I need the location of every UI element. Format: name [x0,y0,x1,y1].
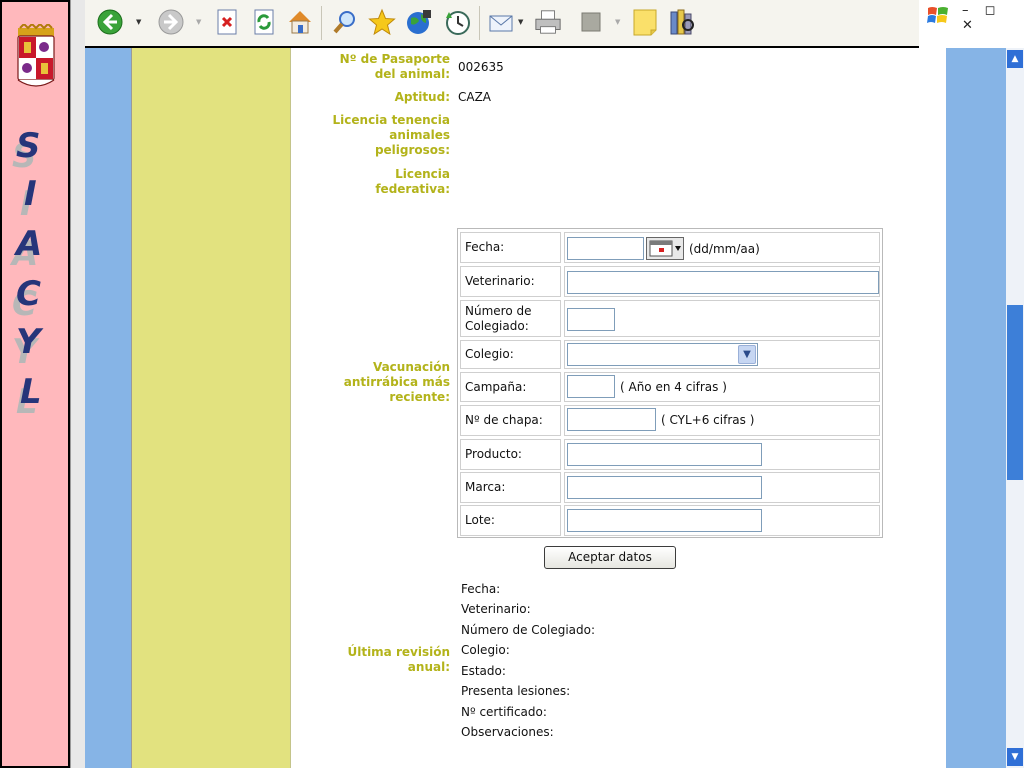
edit-icon[interactable] [577,8,605,36]
page-right-margin [946,48,1006,768]
scroll-up-arrow-icon[interactable]: ▲ [1007,50,1023,68]
scroll-down-arrow-icon[interactable]: ▼ [1007,748,1023,766]
research-icon[interactable] [668,8,696,36]
revision-field-colegio: Colegio: [461,643,510,657]
favorites-icon[interactable] [368,8,396,36]
revision-field-observaciones: Observaciones: [461,725,554,739]
campana-input[interactable] [567,375,615,398]
toolbar-separator [479,6,480,40]
page-yellow-column [131,48,291,768]
siacyl-letter-a: A [16,224,43,264]
back-icon[interactable] [96,8,124,36]
edit-dropdown-icon[interactable]: ▼ [615,18,623,26]
colegio-label: Colegio: [460,340,561,369]
fecha-label: Fecha: [460,232,561,263]
window-gap [70,0,85,768]
producto-input[interactable] [567,443,762,466]
numero-colegiado-label: Número de Colegiado: [460,300,561,337]
campana-label: Campaña: [460,372,561,402]
revision-field-certificado: Nº certificado: [461,705,547,719]
fecha-format-hint: (dd/mm/aa) [689,242,760,256]
chapa-cell: ( CYL+6 cifras ) [564,405,880,436]
revision-field-veterinario: Veterinario: [461,602,531,616]
licencia-federativa-label: Licencia federativa: [375,167,450,196]
passport-value: 002635 [458,60,504,74]
toolbar-separator [321,6,322,40]
forward-icon[interactable] [157,8,185,36]
search-icon[interactable] [331,8,359,36]
home-icon[interactable] [286,8,314,36]
discuss-icon[interactable] [631,8,659,36]
lote-cell [564,505,880,536]
producto-cell [564,439,880,470]
history-icon[interactable] [443,8,471,36]
revision-field-numero-colegiado: Número de Colegiado: [461,623,596,637]
chapa-hint: ( CYL+6 cifras ) [661,413,755,427]
aptitud-value: CAZA [458,90,492,104]
mail-dropdown-icon[interactable]: ▼ [518,18,526,26]
vacunacion-form: Fecha: (dd/mm/aa) Veterinario: Número de… [457,228,883,538]
passport-label: Nº de Pasaporte del animal: [339,52,450,81]
chapa-label: Nº de chapa: [460,405,561,436]
aptitud-label: Aptitud: [394,90,450,104]
numero-colegiado-input[interactable] [567,308,615,331]
calendar-icon [649,240,681,257]
fecha-input[interactable] [567,237,644,260]
fecha-cell: (dd/mm/aa) [564,232,880,263]
siacyl-letter-s: S [16,126,41,166]
veterinario-label: Veterinario: [460,266,561,297]
campana-hint: ( Año en 4 cifras ) [620,380,727,394]
chevron-down-icon[interactable]: ▼ [738,345,756,364]
revision-field-fecha: Fecha: [461,582,501,596]
revision-field-lesiones: Presenta lesiones: [461,684,571,698]
calendar-button[interactable] [646,237,684,260]
media-icon[interactable] [405,8,433,36]
siacyl-letter-i: I [24,174,37,214]
coat-of-arms-logo [17,24,55,87]
producto-label: Producto: [460,439,561,470]
revision-section-label: Última revisión anual: [347,645,450,674]
licencia-peligrosos-label: Licencia tenencia animales peligrosos: [332,113,450,157]
campana-cell: ( Año en 4 cifras ) [564,372,880,402]
lote-input[interactable] [567,509,762,532]
siacyl-letter-c: C [16,274,41,314]
marca-label: Marca: [460,472,561,503]
veterinario-cell [564,266,880,297]
mail-icon[interactable] [488,8,516,36]
page-left-margin [85,48,131,768]
colegio-cell: ▼ [564,340,880,369]
veterinario-input[interactable] [567,271,879,294]
marca-cell [564,472,880,503]
window-controls[interactable]: – ◻ ✕ [962,3,1024,33]
back-dropdown-icon[interactable]: ▼ [136,18,144,26]
stop-icon[interactable] [213,8,241,36]
marca-input[interactable] [567,476,762,499]
refresh-icon[interactable] [250,8,278,36]
siacyl-sidebar: S I A C Y L [0,0,70,768]
aceptar-datos-button[interactable]: Aceptar datos [544,546,676,569]
browser-toolbar: ▼ ▼ ▼ ▼ [85,0,919,48]
siacyl-letter-l: L [20,372,42,412]
chapa-input[interactable] [567,408,656,431]
print-icon[interactable] [534,8,562,36]
windows-logo-icon [927,7,948,23]
revision-field-estado: Estado: [461,664,506,678]
vacunacion-section-label: Vacunación antirrábica más reciente: [343,360,450,404]
colegio-select[interactable]: ▼ [567,343,758,366]
forward-dropdown-icon[interactable]: ▼ [196,18,204,26]
lote-label: Lote: [460,505,561,536]
scroll-thumb[interactable] [1007,305,1023,480]
numero-colegiado-cell [564,300,880,337]
siacyl-letter-y: Y [16,322,41,362]
